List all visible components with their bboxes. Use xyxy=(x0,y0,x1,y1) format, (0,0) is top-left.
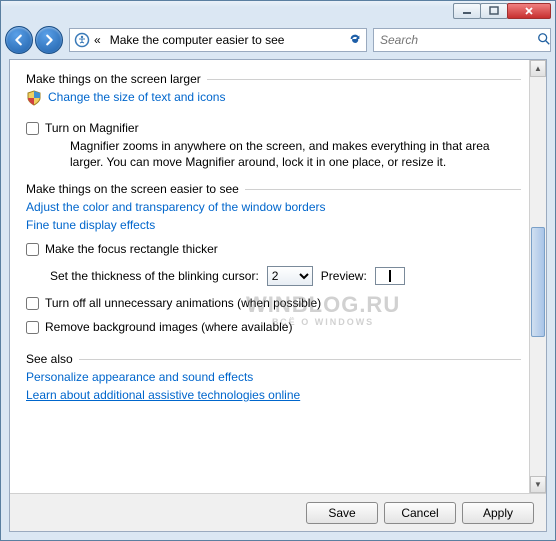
scroll-track[interactable] xyxy=(530,77,546,476)
row-background: Remove background images (where availabl… xyxy=(26,320,521,334)
link-row-personalize: Personalize appearance and sound effects xyxy=(26,370,521,384)
section-larger-header: Make things on the screen larger xyxy=(26,72,521,86)
section-seealso-title: See also xyxy=(26,352,73,366)
caret-icon xyxy=(389,270,391,282)
client-area: Make things on the screen larger Change … xyxy=(9,59,547,532)
section-easier-title: Make things on the screen easier to see xyxy=(26,182,239,196)
link-personalize[interactable]: Personalize appearance and sound effects xyxy=(26,370,253,384)
close-icon xyxy=(524,6,534,16)
cursor-thickness-row: Set the thickness of the blinking cursor… xyxy=(50,266,521,286)
back-button[interactable] xyxy=(5,26,33,54)
row-animations: Turn off all unnecessary animations (whe… xyxy=(26,296,521,310)
row-magnifier: Turn on Magnifier xyxy=(26,121,521,135)
cancel-button[interactable]: Cancel xyxy=(384,502,456,524)
cursor-thickness-label: Set the thickness of the blinking cursor… xyxy=(50,269,259,283)
link-row-finetune: Fine tune display effects xyxy=(26,218,521,232)
cursor-thickness-select[interactable]: 2 xyxy=(267,266,313,286)
navbar: « Make the computer easier to see xyxy=(1,23,555,57)
arrow-left-icon xyxy=(12,33,26,47)
checkbox-animations[interactable] xyxy=(26,297,39,310)
content-pane: Make things on the screen larger Change … xyxy=(10,60,529,493)
label-magnifier[interactable]: Turn on Magnifier xyxy=(45,121,139,135)
maximize-icon xyxy=(489,6,499,16)
magnifier-description: Magnifier zooms in anywhere on the scree… xyxy=(70,139,521,170)
minimize-button[interactable] xyxy=(453,3,481,19)
section-easier-header: Make things on the screen easier to see xyxy=(26,182,521,196)
link-adjust-color[interactable]: Adjust the color and transparency of the… xyxy=(26,200,326,214)
row-focus: Make the focus rectangle thicker xyxy=(26,242,521,256)
link-fine-tune[interactable]: Fine tune display effects xyxy=(26,218,155,232)
scroll-thumb[interactable] xyxy=(531,227,545,337)
checkbox-magnifier[interactable] xyxy=(26,122,39,135)
link-learn-assistive[interactable]: Learn about additional assistive technol… xyxy=(26,388,300,402)
close-button[interactable] xyxy=(507,3,551,19)
label-animations[interactable]: Turn off all unnecessary animations (whe… xyxy=(45,296,321,310)
preview-label: Preview: xyxy=(321,269,367,283)
refresh-button[interactable] xyxy=(348,32,362,49)
refresh-icon xyxy=(348,32,362,46)
apply-button[interactable]: Apply xyxy=(462,502,534,524)
minimize-icon xyxy=(462,6,472,16)
label-background[interactable]: Remove background images (where availabl… xyxy=(45,320,292,334)
vertical-scrollbar[interactable]: ▲ ▼ xyxy=(529,60,546,493)
label-focus-rect[interactable]: Make the focus rectangle thicker xyxy=(45,242,218,256)
link-row-change-size: Change the size of text and icons xyxy=(26,90,521,109)
search-button[interactable] xyxy=(537,32,551,49)
shield-icon xyxy=(26,90,42,109)
maximize-button[interactable] xyxy=(480,3,508,19)
titlebar xyxy=(1,1,555,23)
save-button[interactable]: Save xyxy=(306,502,378,524)
divider xyxy=(207,79,521,80)
search-input[interactable] xyxy=(380,33,537,47)
content-wrap: Make things on the screen larger Change … xyxy=(10,60,546,493)
ease-of-access-icon xyxy=(74,32,90,48)
address-bar[interactable]: « Make the computer easier to see xyxy=(69,28,367,52)
search-box[interactable] xyxy=(373,28,551,52)
scroll-down-button[interactable]: ▼ xyxy=(530,476,546,493)
breadcrumb-current[interactable]: Make the computer easier to see xyxy=(110,33,344,47)
button-bar: Save Cancel Apply xyxy=(10,493,546,531)
section-seealso-header: See also xyxy=(26,352,521,366)
link-row-learn: Learn about additional assistive technol… xyxy=(26,388,521,402)
scroll-up-button[interactable]: ▲ xyxy=(530,60,546,77)
window-frame: « Make the computer easier to see Make t… xyxy=(0,0,556,541)
section-larger-title: Make things on the screen larger xyxy=(26,72,201,86)
cursor-preview xyxy=(375,267,405,285)
search-icon xyxy=(537,32,551,46)
link-change-size[interactable]: Change the size of text and icons xyxy=(48,90,225,104)
checkbox-focus-rect[interactable] xyxy=(26,243,39,256)
link-row-color: Adjust the color and transparency of the… xyxy=(26,200,521,214)
arrow-right-icon xyxy=(42,33,56,47)
divider xyxy=(79,359,521,360)
forward-button[interactable] xyxy=(35,26,63,54)
divider xyxy=(245,189,521,190)
breadcrumb-chevrons[interactable]: « xyxy=(94,33,106,47)
checkbox-background[interactable] xyxy=(26,321,39,334)
